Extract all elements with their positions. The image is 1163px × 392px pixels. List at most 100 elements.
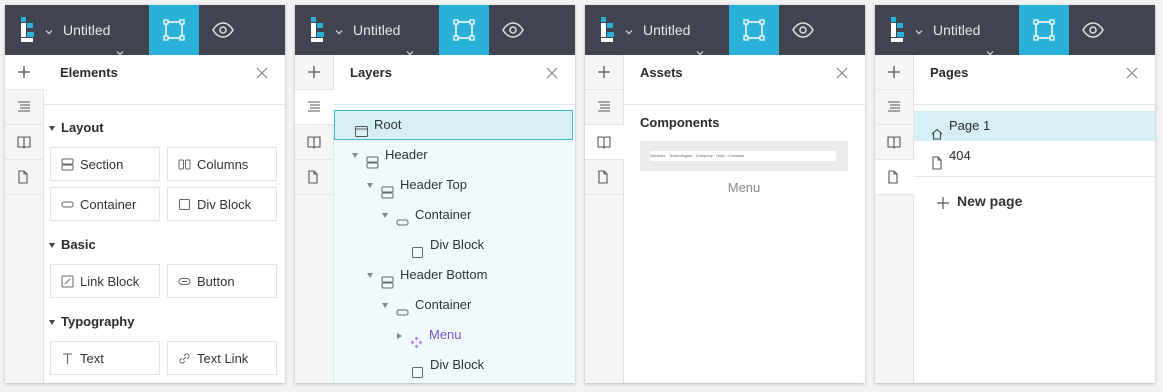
pages-tab[interactable] [875, 160, 914, 195]
layer-label: Menu [429, 327, 462, 342]
layer-row[interactable]: Header [352, 140, 428, 170]
elements-panel-window: Untitled Elements Layout Section Columns Cont… [5, 5, 285, 383]
element-label: Link Block [80, 274, 140, 289]
caret-down-icon[interactable] [367, 183, 373, 189]
design-mode-button[interactable] [149, 5, 199, 55]
layers-tab[interactable] [585, 90, 623, 125]
project-title-dropdown[interactable]: Untitled [933, 5, 994, 56]
design-mode-button[interactable] [1019, 5, 1069, 55]
pages-tab[interactable] [585, 160, 623, 195]
thumbnail-nav-preview: Services · Technologies · Company · Help… [650, 151, 836, 161]
layer-row[interactable]: Root [334, 110, 573, 140]
layer-row[interactable]: Header Top [367, 170, 467, 200]
layer-label: Root [374, 117, 402, 132]
design-mode-button[interactable] [729, 5, 779, 55]
element-tile-button[interactable]: Button [167, 264, 277, 298]
preview-eye-icon[interactable] [501, 20, 525, 40]
layer-row[interactable]: Container [382, 290, 471, 320]
element-tile-text-link[interactable]: Text Link [167, 341, 277, 375]
section-label: Layout [61, 120, 104, 135]
top-toolbar: Untitled [585, 5, 865, 56]
chevron-down-icon[interactable] [915, 24, 923, 35]
app-logo-icon[interactable] [597, 17, 621, 43]
layers-tab[interactable] [295, 90, 334, 125]
assets-tab[interactable] [875, 125, 913, 160]
section-header-basic[interactable]: Basic [49, 237, 96, 252]
section-header-typography[interactable]: Typography [49, 314, 134, 329]
element-tile-text[interactable]: Text [50, 341, 160, 375]
add-elements-tab[interactable] [875, 55, 913, 90]
layers-tab[interactable] [5, 90, 43, 125]
section-header-layout[interactable]: Layout [49, 120, 104, 135]
caret-down-icon[interactable] [367, 273, 373, 279]
assets-tab[interactable] [295, 125, 333, 160]
link-block-icon [61, 275, 74, 288]
page-item[interactable]: Page 1 [914, 111, 1155, 141]
panel-title: Pages [930, 65, 969, 80]
window-icon [355, 120, 368, 137]
pages-tab[interactable] [5, 160, 43, 195]
app-logo-icon[interactable] [17, 17, 41, 43]
close-icon[interactable] [545, 66, 559, 80]
container-icon [61, 198, 74, 211]
layer-row[interactable]: Menu [397, 320, 462, 350]
app-logo-icon[interactable] [307, 17, 331, 43]
page-item[interactable]: 404 [914, 141, 1155, 171]
top-toolbar: Untitled [875, 5, 1155, 56]
element-tile-section[interactable]: Section [50, 147, 160, 181]
project-title-dropdown[interactable]: Untitled [63, 5, 124, 56]
caret-right-icon[interactable] [397, 332, 402, 339]
layer-row[interactable]: Div Block [397, 350, 484, 380]
caret-down-icon[interactable] [382, 303, 388, 309]
pages-divider [914, 176, 1155, 177]
caret-down-icon[interactable] [382, 213, 388, 219]
left-tool-rail [585, 55, 624, 383]
pages-tab[interactable] [295, 160, 333, 195]
section-label: Typography [61, 314, 135, 329]
assets-tab[interactable] [585, 125, 624, 160]
close-icon[interactable] [255, 66, 269, 80]
layers-tab[interactable] [875, 90, 913, 125]
project-title-dropdown[interactable]: Untitled [643, 5, 704, 56]
chevron-down-icon[interactable] [335, 24, 343, 35]
layer-row[interactable]: Header Bottom [367, 260, 487, 290]
top-toolbar: Untitled [295, 5, 575, 56]
add-elements-tab[interactable] [5, 55, 44, 90]
pages-panel-window: Untitled Pages Page 1 404 New page [875, 5, 1155, 383]
preview-eye-icon[interactable] [791, 20, 815, 40]
close-icon[interactable] [1125, 66, 1139, 80]
layer-row[interactable]: Container [382, 200, 471, 230]
page-label: Page 1 [949, 118, 991, 133]
section-icon [366, 150, 379, 169]
chevron-down-icon[interactable] [625, 24, 633, 35]
project-title-dropdown[interactable]: Untitled [353, 5, 414, 56]
add-elements-tab[interactable] [295, 55, 333, 90]
preview-eye-icon[interactable] [211, 20, 235, 40]
project-title: Untitled [63, 22, 111, 38]
close-icon[interactable] [835, 66, 849, 80]
component-thumbnail-menu[interactable]: Services · Technologies · Company · Help… [640, 141, 848, 171]
element-tile-div-block[interactable]: Div Block [167, 187, 277, 221]
new-page-button[interactable]: New page [937, 193, 1022, 210]
caret-down-icon[interactable] [352, 153, 358, 159]
div-block-icon [411, 360, 423, 378]
assets-tab[interactable] [5, 125, 43, 160]
layer-label: Div Block [430, 357, 485, 372]
plus-icon [937, 196, 949, 210]
element-tile-columns[interactable]: Columns [167, 147, 277, 181]
caret-down-icon [49, 320, 55, 326]
app-logo-icon[interactable] [887, 17, 911, 43]
element-tile-container[interactable]: Container [50, 187, 160, 221]
assets-panel-window: Untitled Assets Components Services · Techn… [585, 5, 865, 383]
element-tile-link-block[interactable]: Link Block [50, 264, 160, 298]
header-divider [914, 104, 1155, 105]
preview-eye-icon[interactable] [1081, 20, 1105, 40]
element-label: Container [80, 197, 137, 212]
layer-label: Header Top [400, 177, 467, 192]
layer-row[interactable]: Div Block [397, 230, 484, 260]
design-mode-button[interactable] [439, 5, 489, 55]
chevron-down-icon[interactable] [45, 24, 53, 35]
page-icon [931, 151, 943, 170]
page-label: 404 [949, 148, 971, 163]
add-elements-tab[interactable] [585, 55, 623, 90]
